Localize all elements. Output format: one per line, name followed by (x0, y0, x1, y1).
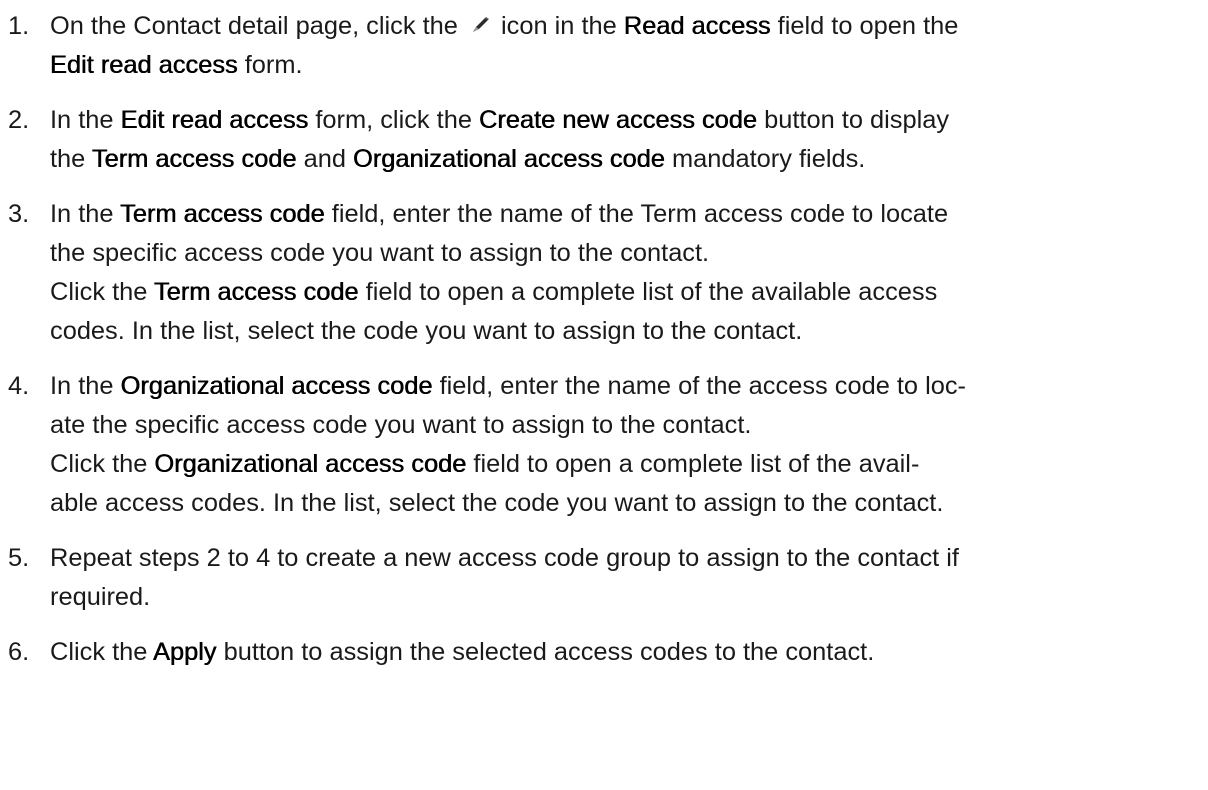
ui-term-read-access: Read access (623, 12, 771, 40)
ui-term-organizational-access-code: Organizational access code (353, 145, 665, 173)
step-number: 2. (8, 106, 30, 134)
text: In the (50, 200, 121, 228)
step-line: Edit read access form. (50, 46, 1198, 85)
step-number: 1. (8, 12, 30, 40)
step-line: Click the Apply button to assign the sel… (50, 633, 1198, 672)
text: field, enter the name of the Term access… (324, 200, 949, 228)
text: mandatory fields. (664, 145, 866, 173)
ui-term-term-access-code: Term access code (153, 278, 359, 306)
step-line: the specific access code you want to ass… (50, 234, 1198, 273)
text: codes. In the list, select the code you … (50, 317, 803, 345)
step-line: codes. In the list, select the code you … (50, 312, 1198, 351)
text: required. (50, 583, 151, 611)
step-line: able access codes. In the list, select t… (50, 484, 1198, 523)
step-line: In the Organizational access code field,… (50, 367, 1198, 406)
step-line: Click the Term access code field to open… (50, 273, 1198, 312)
ui-term-edit-read-access: Edit read access (50, 51, 238, 79)
ui-term-term-access-code: Term access code (120, 200, 325, 228)
text: field to open a complete list of the ava… (358, 278, 938, 306)
ui-term-organizational-access-code: Organizational access code (120, 372, 433, 400)
pencil-icon (472, 17, 489, 32)
step-4: 4. In the Organizational access code fie… (8, 367, 1198, 523)
step-line: Repeat steps 2 to 4 to create a new acce… (50, 539, 1198, 578)
step-1: 1. On the Contact detail page, click the… (8, 7, 1198, 85)
step-line: In the Edit read access form, click the … (50, 101, 1198, 140)
text: the (50, 145, 92, 173)
step-line: Click the Organizational access code fie… (50, 445, 1198, 484)
step-line: the Term access code and Organizational … (50, 140, 1198, 179)
text: field to open the (770, 12, 959, 40)
text: and (296, 145, 354, 173)
text: field, enter the name of the access code… (432, 372, 967, 400)
step-5: 5. Repeat steps 2 to 4 to create a new a… (8, 539, 1198, 617)
text: button to assign the selected access cod… (216, 638, 875, 666)
text: Click the (50, 278, 154, 306)
step-2: 2. In the Edit read access form, click t… (8, 101, 1198, 179)
text: field to open a complete list of the ava… (466, 450, 920, 478)
step-number: 6. (8, 638, 30, 666)
step-number: 5. (8, 544, 30, 572)
text: Click the (50, 450, 155, 478)
step-number: 4. (8, 372, 30, 400)
text: icon in the (493, 12, 624, 40)
ui-term-create-new-access-code: Create new access code (479, 106, 758, 134)
step-number: 3. (8, 200, 30, 228)
text: Click the (50, 638, 154, 666)
step-line: In the Term access code field, enter the… (50, 195, 1198, 234)
text: able access codes. In the list, select t… (50, 489, 944, 517)
text: the specific access code you want to ass… (50, 239, 710, 267)
text: On the Contact detail page, click the (50, 12, 465, 40)
step-line: required. (50, 578, 1198, 617)
text: In the (50, 106, 121, 134)
text: form, click the (308, 106, 480, 134)
instruction-steps: 1. On the Contact detail page, click the… (8, 7, 1198, 688)
ui-term-organizational-access-code: Organizational access code (154, 450, 467, 478)
step-3: 3. In the Term access code field, enter … (8, 195, 1198, 351)
text: form. (237, 51, 303, 79)
step-6: 6. Click the Apply button to assign the … (8, 633, 1198, 672)
text: button to display (757, 106, 950, 134)
text: ate the specific access code you want to… (50, 411, 752, 439)
step-line: On the Contact detail page, click the ic… (50, 7, 1198, 46)
step-line: ate the specific access code you want to… (50, 406, 1198, 445)
text: In the (50, 372, 121, 400)
text: Repeat steps 2 to 4 to create a new acce… (50, 544, 959, 572)
ui-term-term-access-code: Term access code (91, 145, 297, 173)
ui-term-edit-read-access: Edit read access (120, 106, 309, 134)
ui-term-apply: Apply (153, 638, 217, 666)
